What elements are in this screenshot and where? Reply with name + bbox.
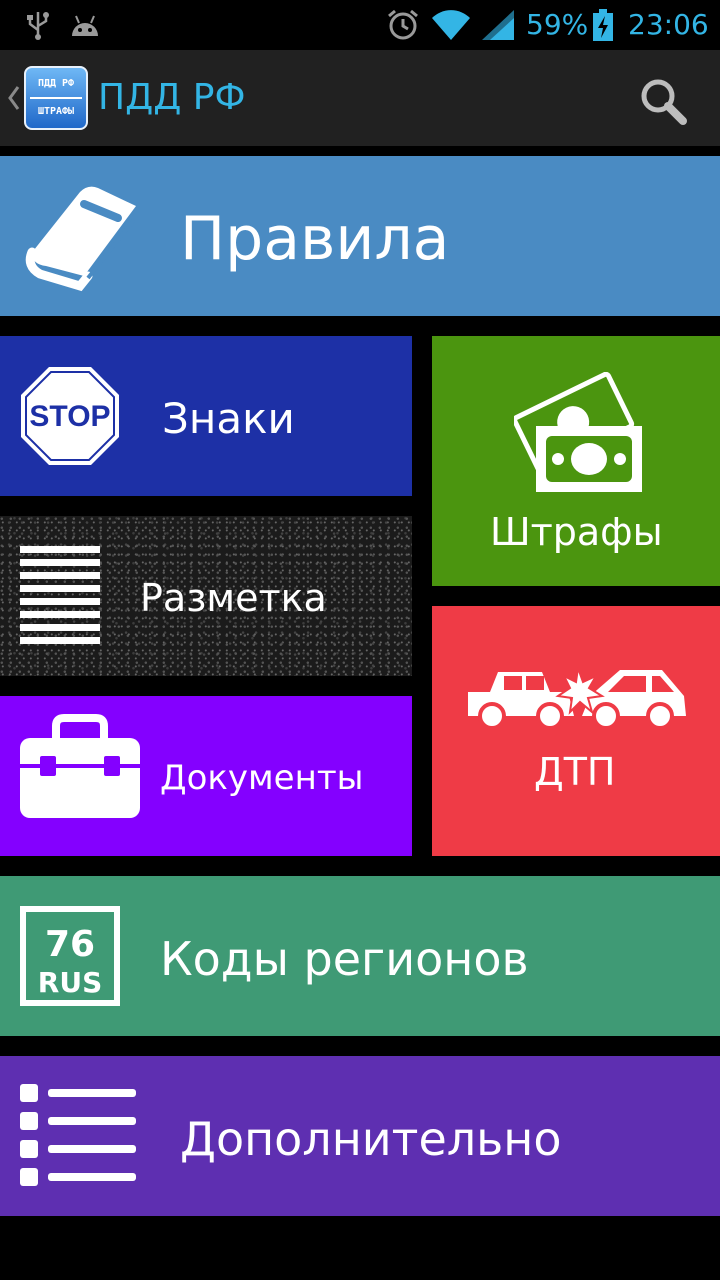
tile-documents-label: Документы [160, 758, 364, 798]
tile-fines[interactable]: Штрафы [432, 336, 720, 586]
battery-charging-icon [593, 9, 613, 41]
tile-signs-label: Знаки [162, 394, 295, 443]
status-bar: 59% 23:06 [0, 0, 720, 50]
app-icon-line1: ПДД РФ [37, 78, 75, 89]
list-icon [20, 1084, 136, 1186]
tile-rules-label: Правила [180, 204, 450, 274]
alarm-icon [388, 9, 418, 40]
road-marking-icon [20, 546, 100, 644]
search-icon[interactable] [638, 76, 688, 126]
stop-sign-icon: STOP [21, 367, 119, 465]
clock: 23:06 [628, 8, 709, 41]
signal-icon [482, 10, 514, 40]
tile-accident-label: ДТП [534, 750, 616, 794]
app-title: ПДД РФ [98, 77, 246, 118]
stop-sign-text: STOP [29, 400, 110, 433]
tile-signs[interactable]: STOP Знаки [0, 336, 412, 496]
tile-documents[interactable]: Документы [0, 696, 412, 856]
car-crash-icon [468, 667, 686, 730]
battery-percent: 59% [526, 8, 589, 41]
usb-icon [27, 12, 49, 40]
app-icon[interactable]: ПДД РФ ШТРАФЫ [24, 66, 88, 130]
app-icon-line2: ШТРАФЫ [37, 106, 75, 117]
money-icon [514, 372, 642, 492]
tile-extra-label: Дополнительно [180, 1112, 562, 1166]
plate-country: RUS [38, 966, 102, 999]
tile-fines-label: Штрафы [490, 510, 663, 554]
plate-number: 76 [45, 924, 95, 965]
license-plate-icon: 76 RUS [20, 906, 120, 1006]
tile-marking[interactable]: Разметка [0, 516, 412, 676]
tile-region-codes[interactable]: 76 RUS Коды регионов [0, 876, 720, 1036]
tile-region-codes-label: Коды регионов [160, 932, 529, 986]
tile-extra[interactable]: Дополнительно [0, 1056, 720, 1216]
briefcase-icon [20, 714, 140, 818]
book-icon [25, 186, 136, 292]
tile-rules[interactable]: Правила [0, 156, 720, 316]
tile-accident[interactable]: ДТП [432, 606, 720, 856]
tile-marking-label: Разметка [140, 576, 327, 620]
action-bar: ПДД РФ ШТРАФЫ ПДД РФ [0, 50, 720, 146]
chevron-left-icon[interactable] [6, 84, 22, 112]
wifi-icon [432, 10, 470, 40]
android-icon [72, 15, 98, 36]
